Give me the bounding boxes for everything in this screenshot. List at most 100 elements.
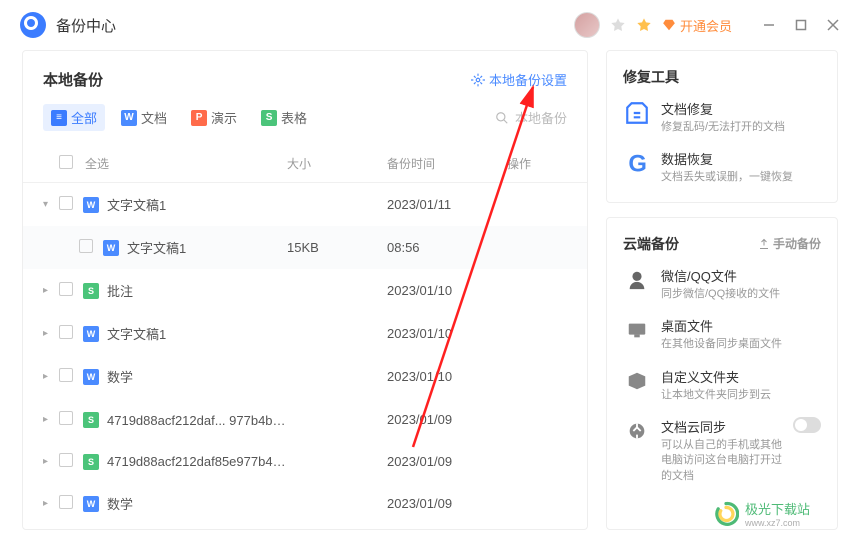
word-file-icon: W [83, 496, 99, 512]
col-date: 备份时间 [387, 155, 507, 172]
file-name: 文字文稿1 [127, 238, 287, 257]
file-date: 2023/01/10 [387, 326, 507, 341]
filter-bar: ≡全部 W文档 P演示 S表格 本地备份 [23, 104, 587, 145]
row-checkbox[interactable] [59, 325, 73, 339]
cloud-item-name: 文档云同步 [661, 417, 783, 436]
table-row[interactable]: ▸ S 4719d88acf212daf85e977b4b4d592cb 202… [23, 441, 587, 482]
row-checkbox[interactable] [59, 411, 73, 425]
cloud-item-desc: 同步微信/QQ接收的文件 [661, 287, 821, 302]
table-row[interactable]: ▸ W 数学 2023/01/10 [23, 355, 587, 398]
svg-text:G: G [628, 151, 647, 176]
app-logo-icon [20, 12, 46, 38]
word-file-icon: W [83, 326, 99, 342]
file-name: 数学 [107, 367, 287, 386]
table-row[interactable]: ▸ S 4719d88acf212daf... 977b4b4d592cb - … [23, 398, 587, 441]
expand-icon[interactable]: ▾ [43, 199, 53, 210]
tool-name: 文档修复 [661, 99, 821, 118]
close-button[interactable] [826, 18, 840, 32]
cloud-backup-item[interactable]: 微信/QQ文件 同步微信/QQ接收的文件 [623, 266, 821, 302]
word-file-icon: W [83, 369, 99, 385]
file-list: ▾ W 文字文稿1 2023/01/11 W 文字文稿1 15KB 08:56 … [23, 183, 587, 525]
cloud-item-icon [623, 367, 651, 395]
cloud-item-icon [623, 266, 651, 294]
table-row[interactable]: ▾ W 文字文稿1 2023/01/11 [23, 183, 587, 226]
cloud-backup-item[interactable]: 桌面文件 在其他设备同步桌面文件 [623, 316, 821, 352]
cloud-item-desc: 可以从自己的手机或其他电脑访问这台电脑打开过的文档 [661, 438, 783, 484]
filter-all[interactable]: ≡全部 [43, 104, 105, 131]
tool-icon: G [623, 149, 651, 177]
watermark-logo-icon [713, 501, 739, 527]
search-icon [495, 111, 509, 125]
app-title: 备份中心 [56, 15, 116, 36]
right-panel: 修复工具 文档修复 修复乱码/无法打开的文档G 数据恢复 文档丢失或误删，一键恢… [606, 50, 838, 530]
repair-tool-item[interactable]: G 数据恢复 文档丢失或误删，一键恢复 [623, 149, 821, 185]
file-name: 4719d88acf212daf85e977b4b4d592cb [107, 454, 287, 469]
expand-icon[interactable]: ▸ [43, 414, 53, 425]
vip-badge-icon [610, 17, 626, 33]
table-row[interactable]: ▸ W 数学 2023/01/09 [23, 482, 587, 525]
cloud-backup-item[interactable]: 文档云同步 可以从自己的手机或其他电脑访问这台电脑打开过的文档 [623, 417, 821, 484]
maximize-button[interactable] [794, 18, 808, 32]
tool-desc: 文档丢失或误删，一键恢复 [661, 170, 821, 185]
expand-icon[interactable]: ▸ [43, 371, 53, 382]
table-header: 全选 大小 备份时间 操作 [23, 145, 587, 183]
table-row[interactable]: ▸ S 批注 2023/01/10 [23, 269, 587, 312]
repair-tool-item[interactable]: 文档修复 修复乱码/无法打开的文档 [623, 99, 821, 135]
minimize-button[interactable] [762, 18, 776, 32]
cloud-item-name: 微信/QQ文件 [661, 266, 821, 285]
backup-settings-link[interactable]: 本地备份设置 [471, 70, 567, 89]
row-checkbox[interactable] [59, 368, 73, 382]
file-date: 2023/01/09 [387, 412, 507, 427]
cloud-item-desc: 让本地文件夹同步到云 [661, 388, 821, 403]
crown-icon [636, 17, 652, 33]
expand-icon[interactable]: ▸ [43, 285, 53, 296]
row-checkbox[interactable] [79, 239, 93, 253]
file-size: 15KB [287, 240, 387, 255]
tool-name: 数据恢复 [661, 149, 821, 168]
cloud-backup-card: 云端备份 手动备份 微信/QQ文件 同步微信/QQ接收的文件 桌面文件 在其他设… [606, 217, 838, 530]
vip-link[interactable]: 开通会员 [662, 16, 732, 35]
local-backup-panel: 本地备份 本地备份设置 ≡全部 W文档 P演示 S表格 本地备份 全选 [22, 50, 588, 530]
filter-doc[interactable]: W文档 [113, 104, 175, 131]
table-row[interactable]: ▸ W 文字文稿1 2023/01/10 [23, 312, 587, 355]
expand-icon[interactable]: ▸ [43, 498, 53, 509]
word-file-icon: W [83, 197, 99, 213]
row-checkbox[interactable] [59, 282, 73, 296]
cloud-item-icon [623, 316, 651, 344]
file-name: 文字文稿1 [107, 324, 287, 343]
watermark: 极光下载站www.xz7.com [713, 499, 810, 528]
sheet-file-icon: S [83, 283, 99, 299]
file-date: 2023/01/09 [387, 454, 507, 469]
manual-backup-link[interactable]: 手动备份 [758, 235, 821, 252]
sync-toggle[interactable] [793, 417, 821, 433]
file-date: 08:56 [387, 240, 507, 255]
gear-icon [471, 73, 485, 87]
file-name: 文字文稿1 [107, 195, 287, 214]
select-all-checkbox[interactable] [59, 155, 73, 169]
row-checkbox[interactable] [59, 453, 73, 467]
avatar[interactable] [574, 12, 600, 38]
word-file-icon: W [103, 240, 119, 256]
file-name: 数学 [107, 494, 287, 513]
table-row[interactable]: W 文字文稿1 15KB 08:56 [23, 226, 587, 269]
file-date: 2023/01/09 [387, 496, 507, 511]
col-name[interactable]: 全选 [79, 155, 287, 172]
file-date: 2023/01/10 [387, 283, 507, 298]
app-window: 备份中心 开通会员 本地备份 本地备份设置 [0, 0, 860, 538]
col-size: 大小 [287, 155, 387, 172]
cloud-item-name: 自定义文件夹 [661, 367, 821, 386]
search-input[interactable]: 本地备份 [495, 108, 567, 127]
row-checkbox[interactable] [59, 196, 73, 210]
filter-ppt[interactable]: P演示 [183, 104, 245, 131]
filter-xls[interactable]: S表格 [253, 104, 315, 131]
diamond-icon [662, 18, 676, 32]
file-name: 4719d88acf212daf... 977b4b4d592cb - 副本 [107, 410, 287, 429]
expand-icon[interactable]: ▸ [43, 456, 53, 467]
cloud-item-icon [623, 417, 651, 445]
panel-title: 本地备份 [43, 69, 103, 90]
row-checkbox[interactable] [59, 495, 73, 509]
file-name: 批注 [107, 281, 287, 300]
expand-icon[interactable]: ▸ [43, 328, 53, 339]
cloud-item-desc: 在其他设备同步桌面文件 [661, 337, 821, 352]
cloud-backup-item[interactable]: 自定义文件夹 让本地文件夹同步到云 [623, 367, 821, 403]
